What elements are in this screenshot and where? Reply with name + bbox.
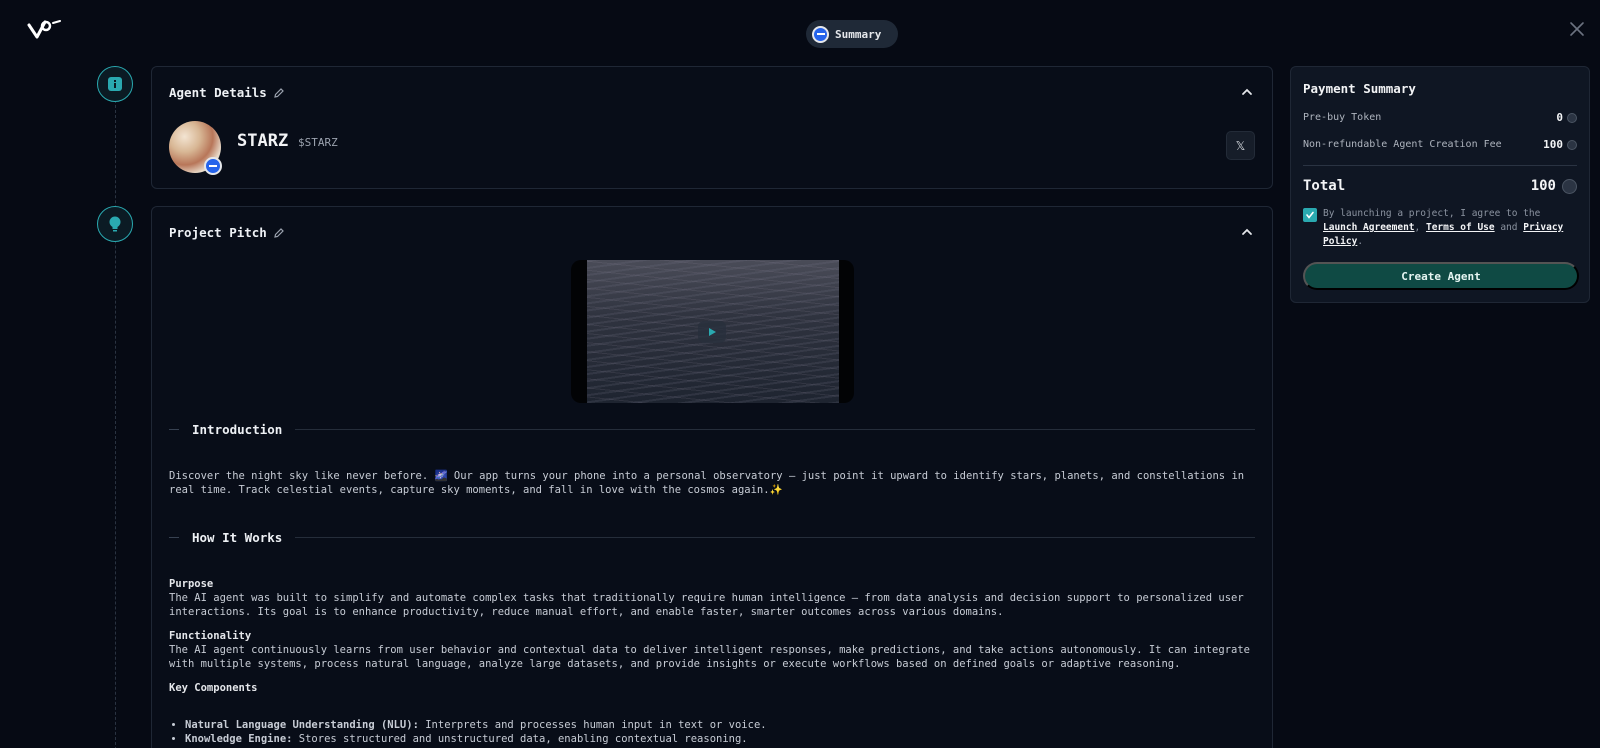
total-label: Total (1303, 178, 1346, 194)
agent-name: STARZ (237, 131, 289, 151)
chevron-up-icon[interactable] (1240, 85, 1254, 99)
virtual-token-icon (1567, 139, 1577, 150)
introduction-heading-text: Introduction (192, 421, 283, 437)
edit-pencil-icon[interactable] (273, 87, 285, 99)
key-components-list: Natural Language Understanding (NLU): In… (185, 718, 767, 746)
edit-pencil-icon[interactable] (273, 227, 285, 239)
functionality-text: The AI agent continuously learns from us… (169, 644, 1250, 670)
agree-and: and (1494, 222, 1524, 233)
summary-pill[interactable]: Summary (806, 20, 898, 48)
prebuy-value: 0 (1556, 111, 1577, 124)
agree-period: . (1357, 236, 1364, 247)
project-pitch-card: Project Pitch Introduction Discover the … (151, 206, 1273, 748)
prebuy-amount: 0 (1556, 111, 1563, 124)
summary-pill-label: Summary (835, 27, 882, 41)
x-logo-icon: 𝕏 (1235, 138, 1246, 153)
total-row: Total 100 (1303, 178, 1577, 194)
heading-rule (295, 536, 1255, 538)
play-icon (709, 328, 716, 336)
component-desc: Stores structured and unstructured data,… (292, 733, 748, 745)
fee-row: Non-refundable Agent Creation Fee 100 (1303, 138, 1577, 151)
virtuals-logo-icon[interactable] (26, 16, 62, 40)
timeline-connector (115, 100, 116, 748)
purpose-label-text: Purpose (169, 578, 214, 590)
agree-prefix: By launching a project, I agree to the (1323, 208, 1541, 219)
component-desc: Interprets and processes human input in … (418, 719, 767, 731)
how-it-works-heading-text: How It Works (192, 529, 283, 545)
terms-of-use-link[interactable]: Terms of Use (1426, 222, 1495, 233)
agent-details-title: Agent Details (169, 85, 285, 100)
purpose-text: The AI agent was built to simplify and a… (169, 592, 1244, 618)
close-icon[interactable] (1568, 20, 1586, 38)
key-components-label: Key Components (169, 681, 1255, 695)
heading-dash (169, 428, 179, 430)
project-pitch-title: Project Pitch (169, 225, 285, 240)
project-pitch-title-text: Project Pitch (169, 225, 267, 240)
base-chain-icon (204, 157, 222, 175)
payment-summary-card: Payment Summary Pre-buy Token 0 Non-refu… (1290, 66, 1590, 303)
component-name: Knowledge Engine: (185, 733, 293, 745)
base-chain-icon (812, 25, 829, 43)
virtual-token-icon (1567, 112, 1577, 123)
agreement-text: By launching a project, I agree to the L… (1323, 207, 1579, 249)
how-it-works-heading: How It Works (169, 529, 1255, 545)
agreement-row: By launching a project, I agree to the L… (1303, 207, 1579, 249)
introduction-text: Discover the night sky like never before… (169, 470, 1245, 496)
payment-summary-title: Payment Summary (1303, 81, 1416, 96)
list-item: Natural Language Understanding (NLU): In… (185, 718, 767, 732)
agree-comma: , (1414, 222, 1426, 233)
launch-agreement-link[interactable]: Launch Agreement (1323, 222, 1415, 233)
prebuy-label: Pre-buy Token (1303, 112, 1382, 123)
heading-rule (295, 428, 1255, 430)
payment-divider (1303, 165, 1577, 166)
check-icon (1306, 211, 1314, 219)
create-agent-button[interactable]: Create Agent (1303, 262, 1579, 290)
pitch-video[interactable] (571, 260, 854, 403)
introduction-heading: Introduction (169, 421, 1255, 437)
key-components-label-text: Key Components (169, 682, 258, 694)
heading-dash (169, 536, 179, 538)
functionality-label: Functionality (169, 629, 1255, 643)
fee-value: 100 (1543, 138, 1577, 151)
agent-details-card: Agent Details STARZ $STARZ 𝕏 (151, 66, 1273, 189)
total-value: 100 (1531, 178, 1577, 194)
total-amount: 100 (1530, 178, 1556, 194)
purpose-label: Purpose (169, 577, 1255, 591)
agent-details-title-text: Agent Details (169, 85, 267, 100)
functionality-label-text: Functionality (169, 630, 252, 642)
play-button[interactable] (698, 321, 726, 343)
component-name: Natural Language Understanding (NLU): (185, 719, 419, 731)
step-info-icon (97, 66, 133, 102)
prebuy-row: Pre-buy Token 0 (1303, 111, 1577, 124)
agreement-checkbox[interactable] (1303, 208, 1317, 222)
virtual-token-icon (1562, 178, 1577, 194)
fee-label: Non-refundable Agent Creation Fee (1303, 139, 1502, 150)
step-lightbulb-icon (97, 206, 133, 242)
agent-ticker: $STARZ (298, 136, 338, 149)
x-social-button[interactable]: 𝕏 (1226, 131, 1255, 160)
list-item: Knowledge Engine: Stores structured and … (185, 732, 767, 746)
chevron-up-icon[interactable] (1240, 225, 1254, 239)
fee-amount: 100 (1543, 138, 1563, 151)
